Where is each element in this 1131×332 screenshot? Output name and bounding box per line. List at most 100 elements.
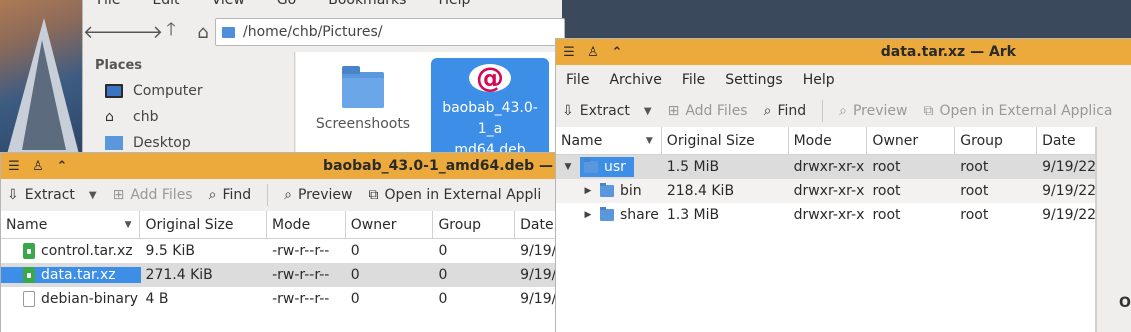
menu-settings[interactable]: Settings xyxy=(725,72,782,88)
home-icon: ⌂ xyxy=(105,109,114,125)
preview-button[interactable]: ⌕ Preview xyxy=(284,187,352,203)
sidebar-item-chb[interactable]: ⌂ chb xyxy=(83,104,294,130)
window-menu-icon[interactable]: ☰ xyxy=(562,45,576,60)
file-item-label: Screenshoots xyxy=(315,116,411,132)
open-external-button[interactable]: ⧉ Open in External Appli xyxy=(368,187,541,203)
search-icon: ⌕ xyxy=(208,187,217,203)
places-heading: Places xyxy=(95,58,143,73)
file-item-deb[interactable]: @ baobab_43.0-1_a md64.deb xyxy=(431,58,549,158)
folder-icon xyxy=(342,66,384,108)
column-size[interactable]: Original Size xyxy=(140,211,268,238)
expand-arrow-icon[interactable]: ▶ xyxy=(582,186,594,196)
column-name[interactable]: Name ▼ xyxy=(1,211,141,238)
extract-label: Extract xyxy=(24,187,75,203)
table-row[interactable]: debian-binary 4 B -rw-r--r-- 0 0 9/19/ xyxy=(1,287,561,311)
column-name[interactable]: Name ▼ xyxy=(556,127,662,154)
fm-menubar: File Edit View Go Bookmarks Help xyxy=(83,0,562,10)
preview-button[interactable]: ⌕ Preview xyxy=(839,103,907,119)
shade-icon[interactable]: ⌃ xyxy=(610,45,624,60)
add-files-button[interactable]: ⊞ Add Files xyxy=(113,187,193,203)
up-icon[interactable]: 🡑 xyxy=(159,19,183,44)
keep-above-icon[interactable]: ♙ xyxy=(31,159,45,174)
ark-deb-window: ☰ ♙ ⌃ baobab_43.0-1_amd64.deb — ⇩ Extrac… xyxy=(0,152,562,332)
add-files-icon: ⊞ xyxy=(112,187,125,203)
menu-archive[interactable]: Archive xyxy=(609,72,661,88)
archive-file-icon xyxy=(23,267,35,283)
table-row[interactable]: ▶ bin 218.4 KiB drwxr-xr-x root root 9/1… xyxy=(556,179,1095,203)
expand-arrow-icon[interactable]: ▶ xyxy=(582,210,594,220)
column-mode[interactable]: Mode xyxy=(267,211,346,238)
fm-menu-bookmarks[interactable]: Bookmarks xyxy=(328,0,406,10)
sidebar-item-label: Desktop xyxy=(133,135,191,151)
add-files-icon: ⊞ xyxy=(667,103,680,119)
menu-file-2[interactable]: File xyxy=(682,72,705,88)
fm-menu-edit[interactable]: Edit xyxy=(152,0,179,10)
folder-icon xyxy=(600,183,614,197)
toolbar-separator xyxy=(267,184,269,206)
archive-file-icon xyxy=(23,243,35,259)
ark-menubar: File Archive File Settings Help xyxy=(556,65,1131,95)
binary-file-icon xyxy=(23,291,35,307)
column-owner[interactable]: Owner xyxy=(867,127,956,154)
ark-data-window: ☰ ♙ ⌃ data.tar.xz — Ark File Archive Fil… xyxy=(555,38,1131,332)
open-external-label: Open in External Appli xyxy=(384,187,542,203)
home-icon[interactable]: ⌂ xyxy=(191,20,215,44)
table-row-selected[interactable]: data.tar.xz 271.4 KiB -rw-r--r-- 0 0 9/1… xyxy=(1,263,561,287)
open-external-label: Open in External Applica xyxy=(939,103,1113,119)
forward-icon[interactable]: 🡒 xyxy=(115,20,163,44)
column-mode[interactable]: Mode xyxy=(789,127,868,154)
titlebar: ☰ ♙ ⌃ baobab_43.0-1_amd64.deb — xyxy=(1,153,561,179)
computer-icon xyxy=(105,84,123,98)
info-panel: O xyxy=(1096,127,1131,332)
column-date[interactable]: Date xyxy=(1037,127,1095,154)
fm-menu-view[interactable]: View xyxy=(212,0,245,10)
archive-table: Name ▼ Original Size Mode Owner Group Dat… xyxy=(556,127,1096,332)
column-group[interactable]: Group xyxy=(433,211,516,238)
column-size[interactable]: Original Size xyxy=(662,127,789,154)
collapse-arrow-icon[interactable]: ▼ xyxy=(562,162,574,172)
info-panel-label: O xyxy=(1119,295,1131,311)
table-row[interactable]: ▶ share 1.3 MiB drwxr-xr-x root root 9/1… xyxy=(556,203,1095,227)
extract-icon: ⇩ xyxy=(562,103,574,119)
fm-menu-help[interactable]: Help xyxy=(438,0,470,10)
file-item-screenshoots[interactable]: Screenshoots xyxy=(304,60,422,160)
find-button[interactable]: ⌕ Find xyxy=(209,187,252,203)
add-files-label: Add Files xyxy=(130,187,193,203)
find-button[interactable]: ⌕ Find xyxy=(764,103,807,119)
menu-help[interactable]: Help xyxy=(803,72,835,88)
open-external-button[interactable]: ⧉ Open in External Applica xyxy=(923,103,1112,119)
mountain-shadow xyxy=(22,40,66,150)
extract-button[interactable]: ⇩ Extract ▼ xyxy=(7,187,97,203)
ark-toolbar: ⇩ Extract ▼ ⊞ Add Files ⌕ Find ⌕ Preview… xyxy=(556,95,1131,127)
column-group[interactable]: Group xyxy=(955,127,1038,154)
table-row[interactable]: control.tar.xz 9.5 KiB -rw-r--r-- 0 0 9/… xyxy=(1,239,561,263)
location-path: /home/chb/Pictures/ xyxy=(243,24,383,40)
desktop-wallpaper xyxy=(0,0,82,160)
sort-arrow-icon: ▼ xyxy=(124,219,132,230)
table-header: Name ▼ Original Size Mode Owner Group Dat… xyxy=(1,211,561,239)
chevron-down-icon[interactable]: ▼ xyxy=(89,190,97,201)
extract-icon: ⇩ xyxy=(7,187,19,203)
window-title: baobab_43.0-1_amd64.deb — xyxy=(323,158,553,174)
extract-button[interactable]: ⇩ Extract ▼ xyxy=(562,103,652,119)
open-external-icon: ⧉ xyxy=(368,187,379,203)
preview-label: Preview xyxy=(852,103,908,119)
archive-table: Name ▼ Original Size Mode Owner Group Dat… xyxy=(1,211,561,332)
location-bar[interactable]: /home/chb/Pictures/ xyxy=(215,18,565,46)
sort-arrow-icon: ▼ xyxy=(645,135,653,146)
fm-menu-file[interactable]: File xyxy=(97,0,120,10)
search-icon: ⌕ xyxy=(763,103,772,119)
chevron-down-icon[interactable]: ▼ xyxy=(644,106,652,117)
sidebar-item-computer[interactable]: Computer xyxy=(83,78,294,104)
add-files-button[interactable]: ⊞ Add Files xyxy=(668,103,748,119)
folder-icon xyxy=(222,26,235,38)
menu-file[interactable]: File xyxy=(566,72,589,88)
desktop-folder-icon xyxy=(105,136,123,150)
column-owner[interactable]: Owner xyxy=(346,211,434,238)
shade-icon[interactable]: ⌃ xyxy=(55,159,69,174)
sidebar-item-label: Computer xyxy=(133,83,203,99)
window-menu-icon[interactable]: ☰ xyxy=(7,159,21,174)
table-row-selected[interactable]: ▼ usr 1.5 MiB drwxr-xr-x root root 9/19/… xyxy=(556,155,1095,179)
fm-menu-go[interactable]: Go xyxy=(277,0,296,10)
keep-above-icon[interactable]: ♙ xyxy=(586,45,600,60)
